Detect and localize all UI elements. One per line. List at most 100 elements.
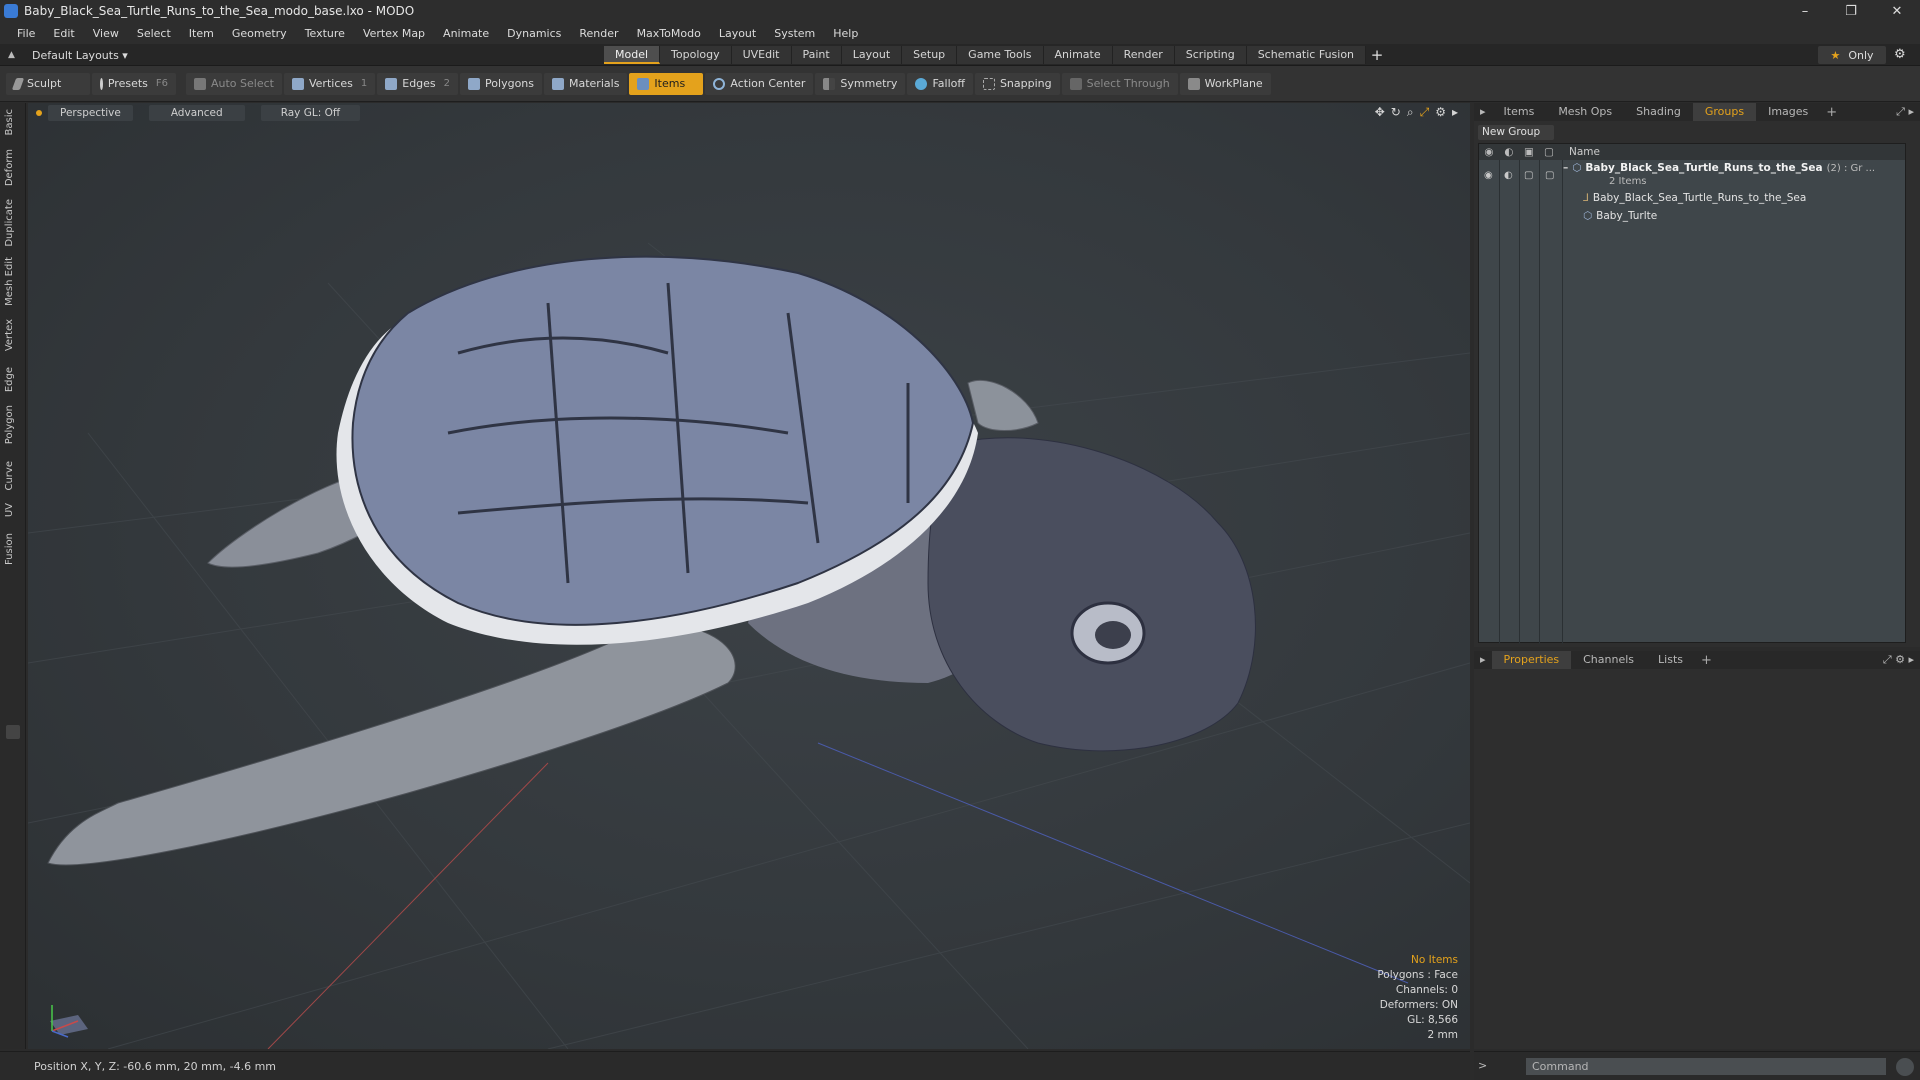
tab-uvedit[interactable]: UVEdit <box>731 46 792 64</box>
symmetry-button[interactable]: Symmetry <box>815 72 906 95</box>
3d-viewport[interactable]: Perspective Advanced Ray GL: Off ✥ ↻ ⌕ ⤢… <box>28 103 1470 1049</box>
workplane-button[interactable]: WorkPlane <box>1179 72 1271 95</box>
edges-button[interactable]: Edges 2 <box>377 72 459 95</box>
command-input[interactable] <box>1526 1058 1886 1075</box>
vtab-polygon[interactable]: Polygon <box>4 405 22 444</box>
gear-icon[interactable]: ⚙ <box>1894 47 1906 62</box>
group-select-checkbox[interactable]: ▢ <box>1545 170 1554 181</box>
panel-toggle-button[interactable] <box>6 725 20 739</box>
menu-item[interactable]: Item <box>180 27 223 40</box>
vtab-mesh-edit[interactable]: Mesh Edit <box>4 257 22 306</box>
vtab-basic[interactable]: Basic <box>4 109 22 135</box>
render-col-icon[interactable]: ◐ <box>1499 146 1519 158</box>
collapse-arrow-icon[interactable]: ▲ <box>8 50 18 60</box>
visibility-col-icon[interactable]: ◉ <box>1479 146 1499 158</box>
restore-button[interactable]: ❐ <box>1828 0 1874 22</box>
menu-view[interactable]: View <box>84 27 128 40</box>
tab-setup[interactable]: Setup <box>902 46 958 64</box>
add-panel-tab-button[interactable]: + <box>1820 105 1843 120</box>
tab-images[interactable]: Images <box>1756 103 1820 121</box>
vtab-fusion[interactable]: Fusion <box>4 533 22 565</box>
group-render-icon[interactable]: ◐ <box>1504 170 1513 181</box>
vtab-deform[interactable]: Deform <box>4 149 22 186</box>
select-through-button[interactable]: Select Through <box>1061 72 1178 95</box>
vtab-edge[interactable]: Edge <box>4 367 22 392</box>
action-center-button[interactable]: Action Center <box>705 72 814 95</box>
name-column-header[interactable]: Name <box>1569 146 1600 158</box>
menu-dynamics[interactable]: Dynamics <box>498 27 570 40</box>
viewport-more-icon[interactable]: ▸ <box>1452 105 1458 120</box>
command-stop-icon[interactable] <box>1896 1058 1914 1076</box>
menu-select[interactable]: Select <box>128 27 180 40</box>
menu-system[interactable]: System <box>765 27 824 40</box>
presets-button[interactable]: Presets F6 <box>92 72 176 95</box>
viewport-settings-icon[interactable]: ⚙ <box>1435 105 1446 120</box>
items-button[interactable]: Items <box>629 72 704 95</box>
tab-paint[interactable]: Paint <box>791 46 842 64</box>
tree-row-child-locator[interactable]: ⅃ Baby_Black_Sea_Turtle_Runs_to_the_Sea <box>1583 190 1806 206</box>
vtab-curve[interactable]: Curve <box>4 461 22 491</box>
menu-texture[interactable]: Texture <box>296 27 354 40</box>
viewport-menu-dot[interactable] <box>36 110 42 116</box>
close-button[interactable]: ✕ <box>1874 0 1920 22</box>
zoom-icon[interactable]: ⌕ <box>1407 105 1414 120</box>
panel-expand-icon[interactable]: ⤢ ▸ <box>1896 105 1914 119</box>
tab-lists[interactable]: Lists <box>1646 651 1695 669</box>
menu-edit[interactable]: Edit <box>44 27 83 40</box>
select-col-icon[interactable]: ▢ <box>1539 146 1559 158</box>
view-mode-dropdown[interactable]: Perspective <box>48 105 133 121</box>
falloff-button[interactable]: Falloff <box>907 72 973 95</box>
polygons-button[interactable]: Polygons <box>460 72 542 95</box>
lock-col-icon[interactable]: ▣ <box>1519 146 1539 158</box>
tab-topology[interactable]: Topology <box>660 46 732 64</box>
raygl-dropdown[interactable]: Ray GL: Off <box>260 105 361 121</box>
tab-model[interactable]: Model <box>604 46 661 64</box>
layout-selector[interactable]: ▲ Default Layouts ▾ <box>8 47 128 63</box>
vtab-vertex[interactable]: Vertex <box>4 319 22 351</box>
new-group-button[interactable]: New Group <box>1478 125 1554 140</box>
tab-animate[interactable]: Animate <box>1043 46 1113 64</box>
add-tab-button[interactable]: + <box>1366 46 1388 64</box>
menu-vertex-map[interactable]: Vertex Map <box>354 27 434 40</box>
menu-animate[interactable]: Animate <box>434 27 498 40</box>
tab-channels[interactable]: Channels <box>1571 651 1646 669</box>
add-properties-tab-button[interactable]: + <box>1695 653 1718 668</box>
tab-properties[interactable]: Properties <box>1491 651 1572 669</box>
vtab-uv[interactable]: UV <box>4 503 22 517</box>
properties-expand-icon[interactable]: ⤢ ⚙ ▸ <box>1883 653 1914 667</box>
vtab-duplicate[interactable]: Duplicate <box>4 199 22 247</box>
tab-mesh-ops[interactable]: Mesh Ops <box>1546 103 1624 121</box>
sculpt-button[interactable]: Sculpt <box>6 72 90 95</box>
menu-layout[interactable]: Layout <box>710 27 765 40</box>
tab-schematic-fusion[interactable]: Schematic Fusion <box>1246 46 1367 64</box>
menu-render[interactable]: Render <box>570 27 627 40</box>
tab-layout[interactable]: Layout <box>841 46 903 64</box>
materials-button[interactable]: Materials <box>544 72 628 95</box>
tab-render[interactable]: Render <box>1112 46 1175 64</box>
tab-shading[interactable]: Shading <box>1624 103 1693 121</box>
auto-select-button[interactable]: Auto Select <box>186 72 282 95</box>
menu-geometry[interactable]: Geometry <box>223 27 296 40</box>
menu-maxtomodo[interactable]: MaxToModo <box>628 27 710 40</box>
panel-tab-dot[interactable]: ▸ <box>1474 103 1492 121</box>
tree-row-child-mesh[interactable]: ⬡ Baby_Turlte <box>1583 208 1657 224</box>
tab-items[interactable]: Items <box>1492 103 1547 121</box>
group-lock-checkbox[interactable]: ▢ <box>1524 170 1533 181</box>
tab-groups[interactable]: Groups <box>1692 103 1757 121</box>
shading-dropdown[interactable]: Advanced <box>148 105 245 121</box>
tab-game-tools[interactable]: Game Tools <box>957 46 1044 64</box>
maximize-icon[interactable]: ⤢ <box>1420 105 1430 120</box>
group-visibility-eye-icon[interactable]: ◉ <box>1484 170 1493 181</box>
minimize-button[interactable]: – <box>1782 0 1828 22</box>
command-history-arrow-icon[interactable]: > <box>1478 1059 1487 1072</box>
pan-icon[interactable]: ✥ <box>1375 105 1385 120</box>
menu-help[interactable]: Help <box>824 27 867 40</box>
menu-file[interactable]: File <box>8 27 44 40</box>
only-button[interactable]: ★ Only <box>1818 46 1886 64</box>
tab-scripting[interactable]: Scripting <box>1174 46 1247 64</box>
rotate-icon[interactable]: ↻ <box>1391 105 1401 120</box>
properties-panel-dot[interactable]: ▸ <box>1474 651 1492 669</box>
vertices-button[interactable]: Vertices 1 <box>283 72 376 95</box>
expand-arrow-icon[interactable]: – <box>1563 162 1568 174</box>
snapping-button[interactable]: Snapping <box>974 72 1060 95</box>
